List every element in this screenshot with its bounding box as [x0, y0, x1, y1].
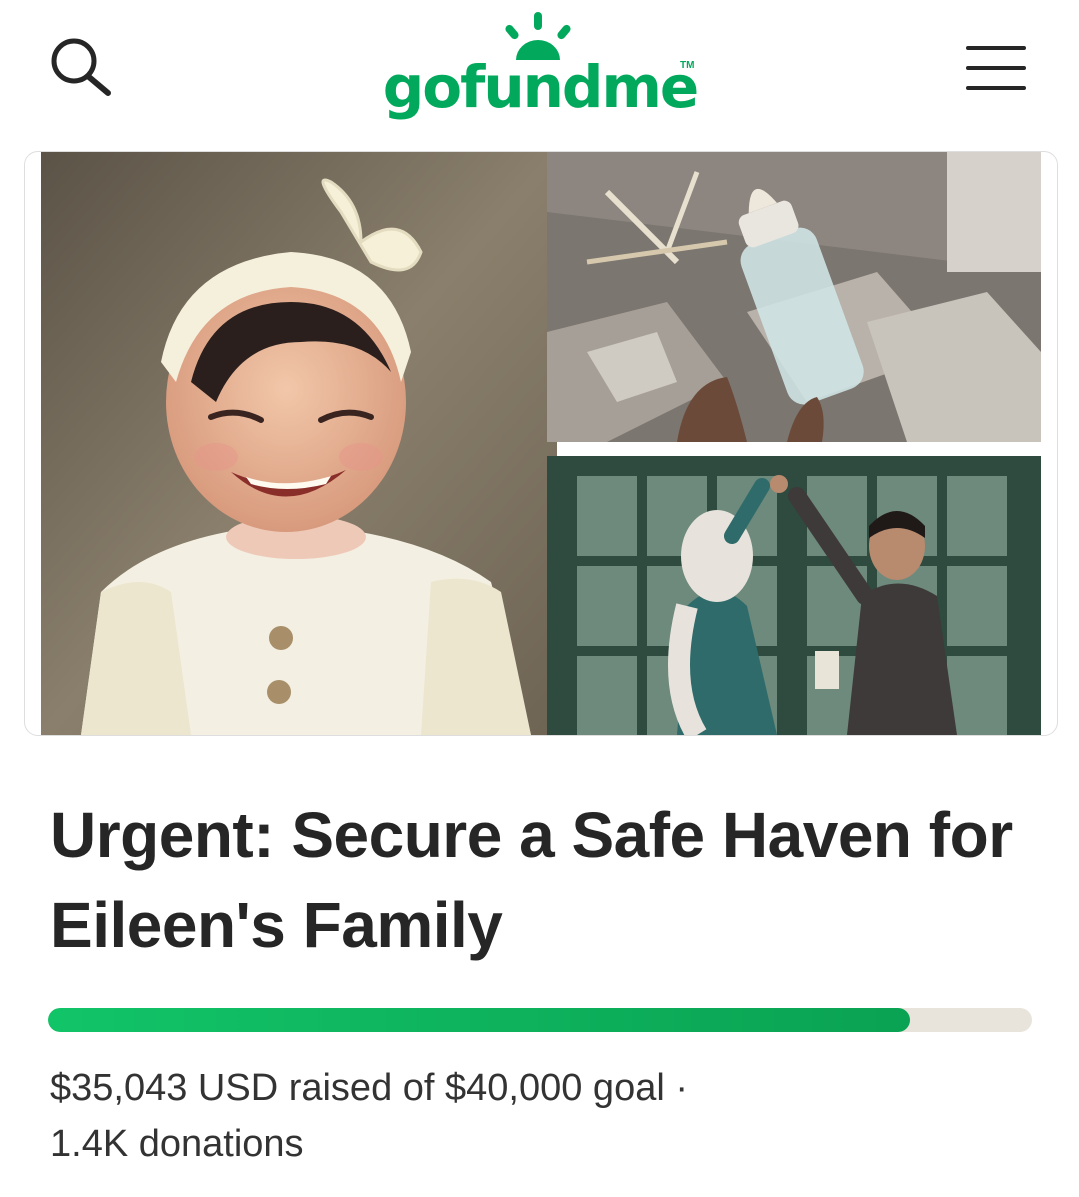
campaign-title: Urgent: Secure a Safe Haven for Eileen's…: [50, 799, 1013, 961]
hamburger-menu-icon: [966, 46, 1026, 90]
donation-progress-bar: [48, 1008, 1032, 1032]
menu-button[interactable]: [960, 40, 1032, 96]
donation-progress-fill: [48, 1008, 910, 1032]
donation-stats: $35,043 USD raised of $40,000 goal · 1.4…: [50, 1060, 1030, 1172]
search-icon: [51, 38, 111, 96]
photo-baby-bottle-in-rubble[interactable]: [547, 152, 1041, 442]
photo-smiling-child[interactable]: [41, 152, 557, 735]
raised-amount-text: $35,043 USD raised of $40,000 goal ·: [50, 1067, 688, 1109]
campaign-image-gallery: [24, 151, 1058, 736]
header: gofundme TM: [0, 0, 1079, 140]
photo-couple-at-door[interactable]: [547, 456, 1041, 735]
donation-count-text: 1.4K donations: [50, 1123, 304, 1165]
logo-trademark: TM: [680, 60, 695, 71]
search-button[interactable]: [46, 33, 118, 101]
logo-wordmark: gofundme: [382, 53, 699, 121]
gofundme-logo[interactable]: gofundme TM: [380, 8, 700, 128]
